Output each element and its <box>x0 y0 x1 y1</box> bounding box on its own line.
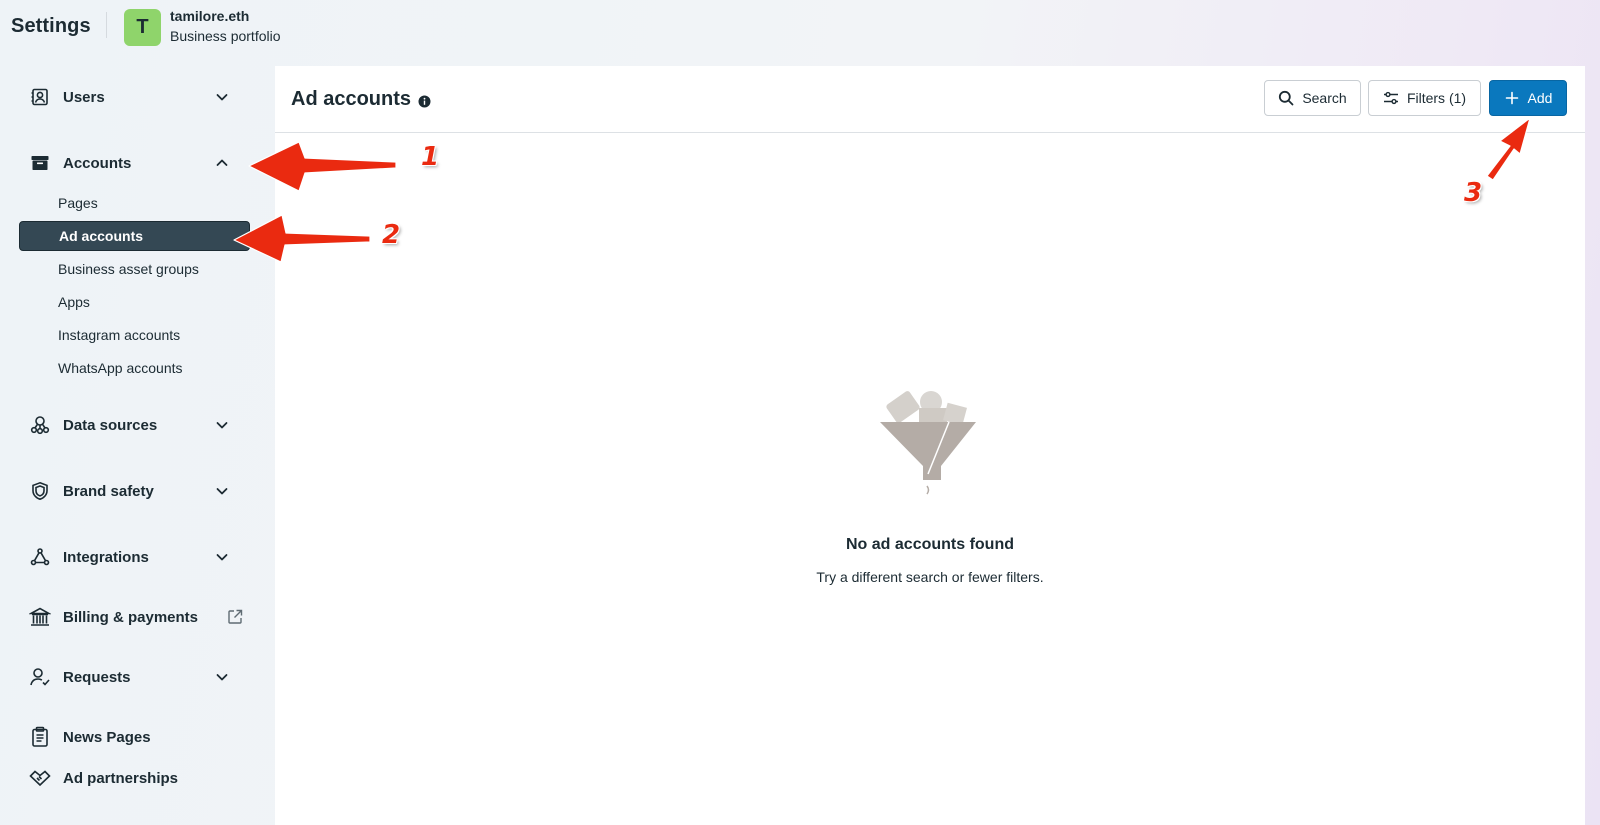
title-divider <box>106 12 107 38</box>
add-button-label: Add <box>1527 90 1553 106</box>
search-icon <box>1278 90 1294 106</box>
top-bar: Settings T tamilore.eth Business portfol… <box>0 0 1600 56</box>
chevron-down-icon <box>216 94 228 101</box>
chevron-down-icon <box>216 422 228 429</box>
sidebar-section-label: Brand safety <box>63 482 154 500</box>
accounts-box-icon <box>28 151 52 175</box>
chevron-down-icon <box>216 674 228 681</box>
portfolio-type: Business portfolio <box>170 28 281 44</box>
plus-icon <box>1504 90 1520 106</box>
shield-icon <box>28 479 52 503</box>
empty-state-title: No ad accounts found <box>846 536 1014 553</box>
sidebar: Users Accounts Pages Ad accounts Busines… <box>0 64 272 825</box>
sidebar-item-business-asset-groups[interactable]: Business asset groups <box>19 254 250 284</box>
sidebar-section-label: Data sources <box>63 416 158 434</box>
handshake-icon <box>28 766 52 790</box>
sidebar-section-label: Ad partnerships <box>63 769 179 787</box>
sidebar-section-news-pages[interactable]: News Pages <box>20 719 250 755</box>
sidebar-section-label: Users <box>63 88 105 106</box>
sidebar-item-instagram-accounts[interactable]: Instagram accounts <box>19 320 250 350</box>
sidebar-section-requests[interactable]: Requests <box>20 659 250 695</box>
annotation-label-3: 3 <box>1464 178 1483 208</box>
main-header: Ad accounts Search Filters (1) Add <box>275 66 1585 133</box>
filters-button-label: Filters (1) <box>1406 90 1467 106</box>
sliders-icon <box>1383 90 1399 106</box>
sidebar-section-label: Accounts <box>63 154 132 172</box>
annotation-label-1: 1 <box>421 142 440 172</box>
user-check-icon <box>28 665 52 689</box>
sidebar-section-label: News Pages <box>63 728 151 746</box>
main-panel: Ad accounts Search Filters (1) Add No ad… <box>275 66 1585 825</box>
info-icon[interactable] <box>418 95 431 108</box>
sidebar-section-accounts[interactable]: Accounts <box>20 145 250 181</box>
portfolio-avatar[interactable]: T <box>124 9 161 46</box>
chevron-up-icon <box>216 159 228 166</box>
filters-button[interactable]: Filters (1) <box>1368 80 1481 116</box>
sidebar-section-ad-partnerships[interactable]: Ad partnerships <box>20 760 250 796</box>
sidebar-item-ad-accounts[interactable]: Ad accounts <box>19 221 250 251</box>
sidebar-section-billing-payments[interactable]: Billing & payments <box>20 599 250 635</box>
page-title: Ad accounts <box>291 88 412 110</box>
sidebar-item-apps[interactable]: Apps <box>19 287 250 317</box>
sidebar-section-integrations[interactable]: Integrations <box>20 539 250 575</box>
sidebar-section-label: Requests <box>63 668 131 686</box>
empty-funnel-illustration <box>880 391 976 495</box>
sidebar-section-brand-safety[interactable]: Brand safety <box>20 473 250 509</box>
sidebar-item-pages[interactable]: Pages <box>19 188 250 218</box>
add-button[interactable]: Add <box>1489 80 1567 116</box>
users-icon <box>28 85 52 109</box>
search-button[interactable]: Search <box>1264 80 1361 116</box>
app-title: Settings <box>11 15 91 37</box>
integrations-icon <box>28 545 52 569</box>
chevron-down-icon <box>216 488 228 495</box>
empty-state-subtitle: Try a different search or fewer filters. <box>816 569 1044 585</box>
clipboard-icon <box>28 725 52 749</box>
bank-icon <box>28 605 52 629</box>
sidebar-section-users[interactable]: Users <box>20 79 250 115</box>
portfolio-name[interactable]: tamilore.eth <box>170 8 249 24</box>
chevron-down-icon <box>216 554 228 561</box>
data-sources-icon <box>28 413 52 437</box>
sidebar-section-data-sources[interactable]: Data sources <box>20 407 250 443</box>
annotation-label-2: 2 <box>382 220 401 250</box>
sidebar-section-label: Billing & payments <box>63 608 199 626</box>
search-button-label: Search <box>1302 90 1347 106</box>
sidebar-item-whatsapp-accounts[interactable]: WhatsApp accounts <box>19 353 250 383</box>
external-link-icon[interactable] <box>226 608 244 626</box>
sidebar-section-label: Integrations <box>63 548 149 566</box>
